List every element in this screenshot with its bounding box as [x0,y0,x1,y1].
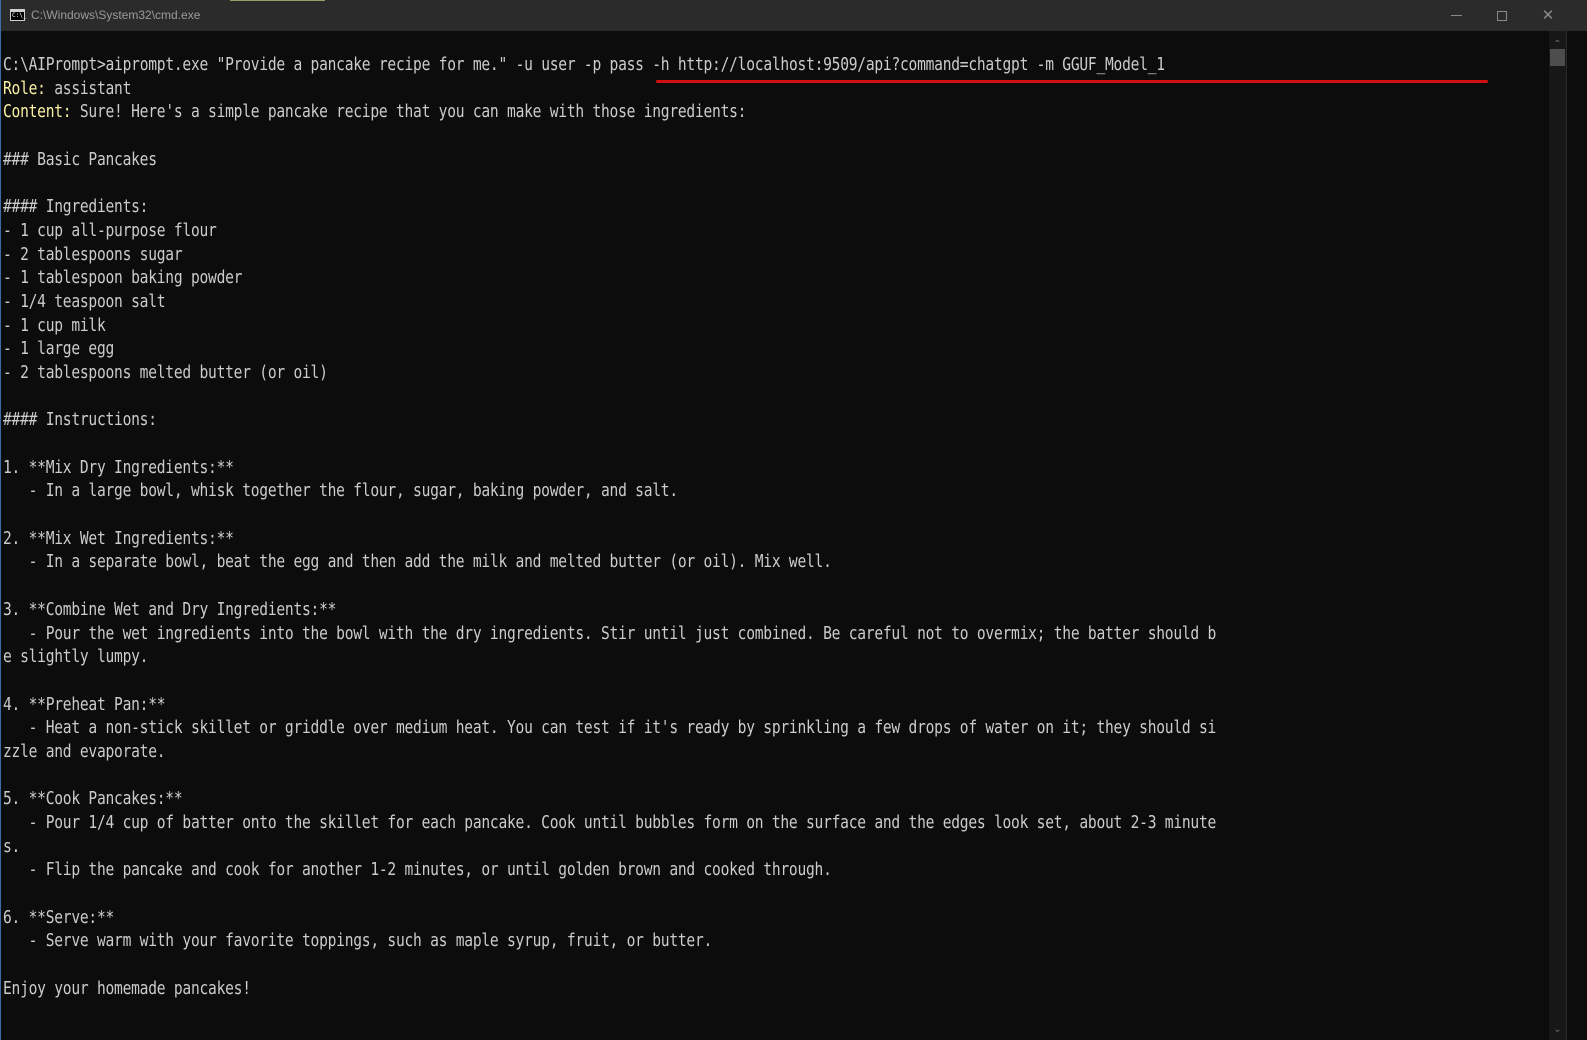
cmd-window: C:\_ C:\Windows\System32\cmd.exe ✕ C:\AI… [0,0,1587,1040]
output-line: 2. **Mix Wet Ingredients:** [3,528,234,549]
minimize-button[interactable] [1433,0,1479,31]
output-line: - 2 tablespoons melted butter (or oil) [3,362,328,383]
content-value: Sure! Here's a simple pancake recipe tha… [71,102,747,123]
window-right-edge [1566,31,1587,1040]
output-line: 1. **Mix Dry Ingredients:** [3,457,234,478]
cmd-icon[interactable]: C:\_ [10,9,27,21]
output-line: - 1 cup all-purpose flour [3,220,217,241]
content-line: Content: Sure! Here's a simple pancake r… [3,101,1285,125]
output-line: - 1/4 teaspoon salt [3,291,166,312]
output-line: - 1 cup milk [3,315,106,336]
cmd-icon-text: C:\_ [12,12,27,19]
close-icon: ✕ [1541,6,1555,24]
output-line: 6. **Serve:** [3,907,115,928]
role-value: assistant [45,78,132,99]
red-underline-annotation [656,80,1488,83]
output-line: ### Basic Pancakes [3,149,157,170]
role-label: Role: [3,78,46,99]
output-line: - Flip the pancake and cook for another … [3,860,832,881]
window-title: C:\Windows\System32\cmd.exe [31,8,201,22]
output-line: 4. **Preheat Pan:** [3,694,166,715]
output-line: 5. **Cook Pancakes:** [3,789,183,810]
output-line: s. [3,836,21,857]
output-line: e slightly lumpy. [3,647,149,668]
output-line: - Pour the wet ingredients into the bowl… [3,623,1217,644]
output-line: #### Instructions: [3,410,157,431]
maximize-icon [1497,10,1507,21]
output-line: - Pour 1/4 cup of batter onto the skille… [3,813,1217,833]
output-line: - Heat a non-stick skillet or griddle ov… [3,718,1217,739]
output-line: - In a large bowl, whisk together the fl… [3,481,679,502]
minimize-icon [1450,15,1462,16]
output-line: zzle and evaporate. [3,741,166,762]
maximize-button[interactable] [1479,0,1525,31]
output-line: 3. **Combine Wet and Dry Ingredients:** [3,599,337,620]
output-lines: ### Basic Pancakes #### Ingredients: - 1 c… [3,125,1548,1001]
scroll-down-icon[interactable]: ⌄ [1549,1024,1566,1036]
output-line: - Serve warm with your favorite toppings… [3,931,713,952]
console-output[interactable]: C:\AIPrompt>aiprompt.exe "Provide a panc… [3,54,1548,1040]
output-line: Enjoy your homemade pancakes! [3,978,251,999]
command-args: -u user -p pass -h http://localhost:9509… [515,55,1165,75]
output-line: - In a separate bowl, beat the egg and t… [3,552,832,573]
output-line: - 1 tablespoon baking powder [3,268,243,289]
title-accent [230,0,325,1]
prompt: C:\AIPrompt> [3,55,106,75]
content-label: Content: [3,102,72,123]
title-bar[interactable]: C:\_ C:\Windows\System32\cmd.exe ✕ [1,0,1587,31]
output-line: #### Ingredients: [3,197,149,218]
output-line: - 1 large egg [3,339,115,360]
close-button[interactable]: ✕ [1525,0,1571,31]
command: aiprompt.exe "Provide a pancake recipe f… [105,55,516,75]
command-line: C:\AIPrompt>aiprompt.exe "Provide a panc… [3,54,1285,78]
scroll-thumb[interactable] [1550,49,1565,66]
vertical-scrollbar[interactable]: ⌃ ⌄ [1549,31,1566,1040]
output-line: - 2 tablespoons sugar [3,244,183,265]
